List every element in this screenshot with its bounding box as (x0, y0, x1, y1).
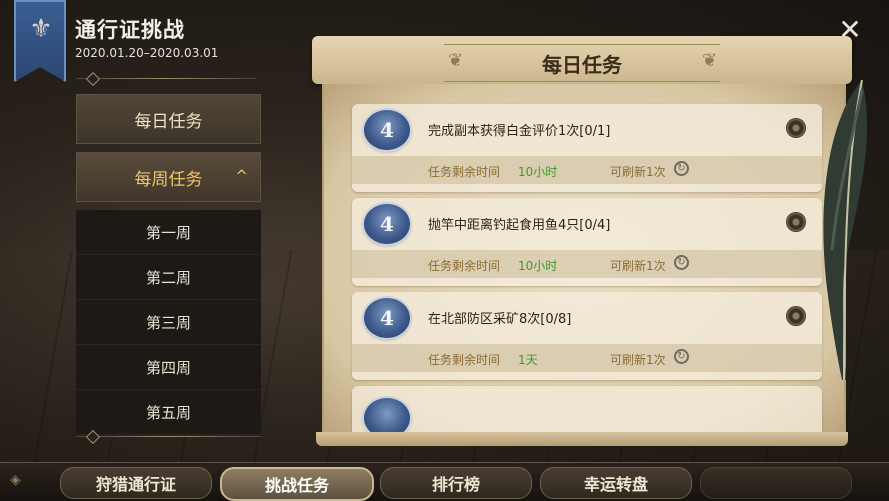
task-card: 4 完成副本获得白金评价1次[0/1] 任务剩余时间 10小时 可刷新1次 ↻ (352, 104, 822, 192)
panel-title: 每日任务 (444, 44, 720, 82)
tab-hunting-pass[interactable]: 狩猎通行证 (60, 467, 212, 499)
week-item-1[interactable]: 第一周 (76, 210, 261, 255)
time-remaining-value: 10小时 (518, 165, 558, 179)
chevron-up-icon: ^ (235, 167, 248, 185)
time-remaining-value: 10小时 (518, 259, 558, 273)
header-divider (76, 71, 256, 87)
scroll-bottom-roll (316, 432, 848, 446)
task-scroll-panel: ❦ 每日任务 ❦ 4 完成副本获得白金评价1次[0/1] 任务剩余时间 10小时… (312, 36, 852, 446)
refresh-count: 可刷新1次 (610, 353, 666, 367)
tab-lucky-wheel[interactable]: 幸运转盘 (540, 467, 692, 499)
task-card-partial (352, 386, 822, 436)
goto-icon[interactable] (786, 306, 806, 326)
task-name: 抛竿中距离钓起食用鱼4只[0/4] (428, 218, 611, 233)
banner-emblem-icon: ⚜ (29, 14, 53, 44)
week-item-3[interactable]: 第三周 (76, 300, 261, 345)
time-remaining-label: 任务剩余时间 (428, 353, 501, 367)
refresh-icon[interactable]: ↻ (674, 255, 689, 270)
week-item-2[interactable]: 第二周 (76, 255, 261, 300)
refresh-icon[interactable]: ↻ (674, 349, 689, 364)
goto-icon[interactable] (786, 212, 806, 232)
page-title: 通行证挑战 (75, 18, 185, 42)
task-level-badge: 4 (364, 110, 410, 150)
scroll-header-bar: ❦ 每日任务 ❦ (312, 36, 852, 84)
menu-daily-tasks[interactable]: 每日任务 (76, 94, 261, 144)
task-card: 4 抛竿中距离钓起食用鱼4只[0/4] 任务剩余时间 10小时 可刷新1次 ↻ (352, 198, 822, 286)
time-remaining-label: 任务剩余时间 (428, 165, 501, 179)
task-level-badge: 4 (364, 204, 410, 244)
tab-leaderboard[interactable]: 排行榜 (380, 467, 532, 499)
season-dates: 2020.01.20–2020.03.01 (75, 46, 219, 60)
task-level-badge (364, 398, 410, 436)
goto-icon[interactable] (786, 118, 806, 138)
close-icon[interactable]: ✕ (836, 16, 864, 44)
refresh-icon[interactable]: ↻ (674, 161, 689, 176)
bottom-tab-bar: ◈ 狩猎通行证 挑战任务 排行榜 幸运转盘 (0, 462, 889, 501)
tab-placeholder (700, 467, 852, 499)
task-menu: 每日任务 每周任务 ^ 第一周 第二周 第三周 第四周 第五周 (76, 94, 261, 435)
week-item-5[interactable]: 第五周 (76, 390, 261, 435)
task-list[interactable]: 4 完成副本获得白金评价1次[0/1] 任务剩余时间 10小时 可刷新1次 ↻ … (322, 84, 846, 436)
time-remaining-label: 任务剩余时间 (428, 259, 501, 273)
task-name: 在北部防区采矿8次[0/8] (428, 312, 572, 327)
refresh-count: 可刷新1次 (610, 259, 666, 273)
feather-quill-icon (823, 80, 868, 380)
task-card: 4 在北部防区采矿8次[0/8] 任务剩余时间 1天 可刷新1次 ↻ (352, 292, 822, 380)
tab-challenge-tasks[interactable]: 挑战任务 (220, 467, 374, 501)
task-level-badge: 4 (364, 298, 410, 338)
time-remaining-value: 1天 (518, 353, 538, 367)
tab-ornament-icon: ◈ (10, 472, 21, 488)
flourish-right-icon: ❦ (702, 50, 718, 71)
menu-weekly-label: 每周任务 (134, 169, 203, 190)
task-name: 完成副本获得白金评价1次[0/1] (428, 124, 611, 139)
refresh-count: 可刷新1次 (610, 165, 666, 179)
menu-weekly-tasks[interactable]: 每周任务 ^ (76, 152, 261, 202)
menu-divider (76, 429, 261, 445)
week-item-4[interactable]: 第四周 (76, 345, 261, 390)
